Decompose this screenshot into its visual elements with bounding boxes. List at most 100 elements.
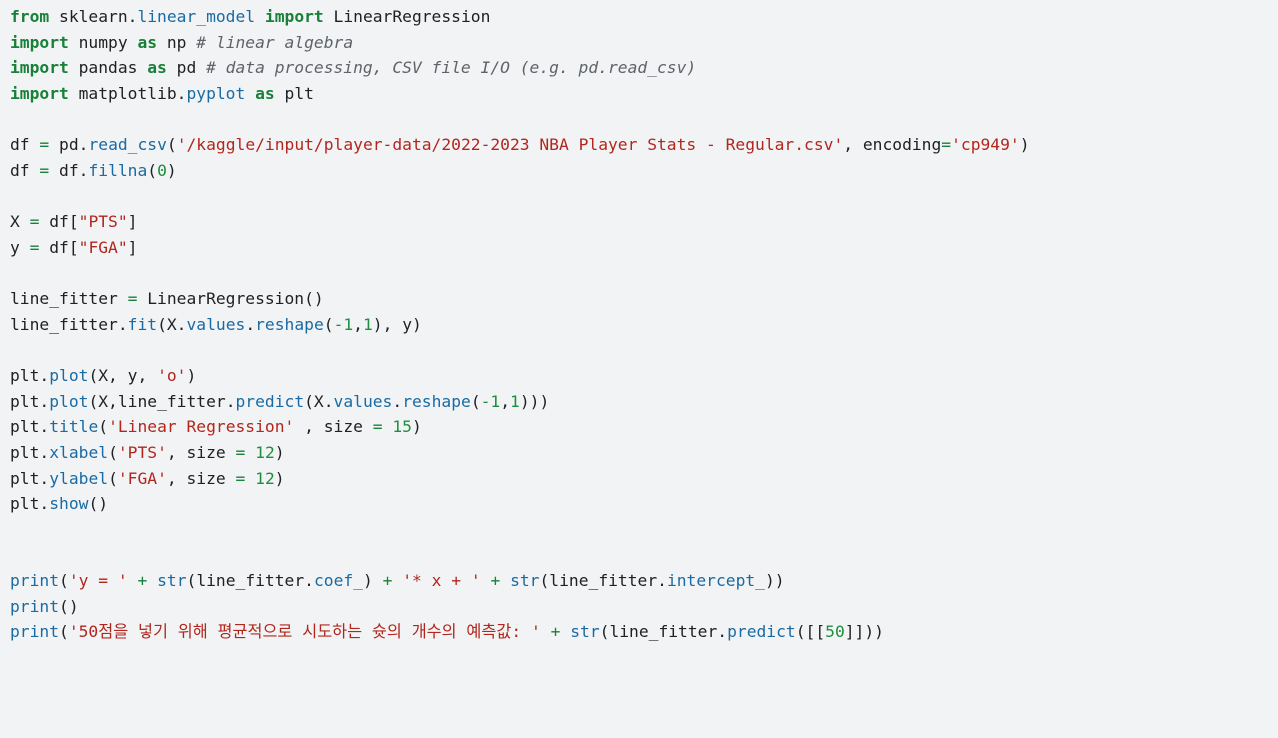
code-token: ( <box>108 468 118 488</box>
code-line: plt.title('Linear Regression' , size = 1… <box>10 414 1278 440</box>
code-token: LinearRegression <box>323 7 491 26</box>
code-token: 'o' <box>157 365 187 385</box>
code-token: + <box>382 571 393 591</box>
code-line: plt.xlabel('PTS', size = 12) <box>10 440 1278 466</box>
code-token: = <box>29 237 40 257</box>
code-line: ​ <box>10 107 1278 133</box>
code-token: (X, y, <box>88 365 158 385</box>
code-token: . <box>717 622 728 642</box>
code-token: "FGA" <box>78 237 128 257</box>
code-token: ( <box>323 314 334 334</box>
code-token: np <box>157 32 197 52</box>
code-token: ( <box>59 622 69 642</box>
code-token: pyplot <box>186 83 246 103</box>
code-token: as <box>147 58 167 78</box>
code-token: (X <box>157 314 177 334</box>
code-token: ( <box>108 442 118 462</box>
code-token: pd <box>49 135 79 155</box>
code-token: df <box>10 135 40 155</box>
code-token: reshape <box>402 391 471 411</box>
code-token: ( <box>470 391 481 411</box>
code-token: . <box>176 314 187 334</box>
code-cell[interactable]: from sklearn.linear_model import LinearR… <box>0 0 1278 738</box>
code-token: coef_ <box>313 571 363 591</box>
code-token: '* x + ' <box>402 571 481 591</box>
code-token: "PTS" <box>78 212 128 232</box>
code-token: (line_fitter <box>539 571 658 591</box>
code-line: ​ <box>10 517 1278 543</box>
code-token: 0 <box>157 160 167 180</box>
code-token: . <box>39 494 50 514</box>
code-token: import <box>10 58 69 78</box>
code-token: str <box>570 622 600 642</box>
code-token: . <box>323 391 334 411</box>
code-token: = <box>235 468 246 488</box>
code-token: xlabel <box>49 442 109 462</box>
code-token: . <box>117 314 128 334</box>
code-line: import pandas as pd # data processing, C… <box>10 55 1278 81</box>
code-token: ) <box>166 160 177 180</box>
code-editor[interactable]: from sklearn.linear_model import LinearR… <box>10 4 1278 645</box>
code-token: ), y) <box>372 314 422 334</box>
code-line: y = df["FGA"] <box>10 235 1278 261</box>
code-token: (X <box>304 391 324 411</box>
code-token: df <box>10 160 40 180</box>
code-line: from sklearn.linear_model import LinearR… <box>10 4 1278 30</box>
code-token: . <box>176 83 187 103</box>
code-line: line_fitter = LinearRegression() <box>10 286 1278 312</box>
code-line: print() <box>10 594 1278 620</box>
code-token: import <box>10 32 69 52</box>
code-token: values <box>186 314 246 334</box>
code-token: ) <box>274 442 285 462</box>
code-token: (line_fitter <box>186 571 305 591</box>
code-token: . <box>39 365 50 385</box>
code-token: plot <box>49 391 89 411</box>
code-token: = <box>39 160 50 180</box>
code-token: reshape <box>255 314 324 334</box>
code-token: . <box>245 314 256 334</box>
code-line: import numpy as np # linear algebra <box>10 30 1278 56</box>
code-token: = <box>941 135 952 155</box>
code-token: )) <box>764 571 785 591</box>
code-token: . <box>225 391 236 411</box>
code-token: as <box>255 83 275 103</box>
code-token: ]])) <box>844 622 884 642</box>
code-token: sklearn <box>49 7 128 26</box>
code-token: = <box>372 417 383 437</box>
code-token: -1 <box>480 391 501 411</box>
code-token: numpy <box>68 32 138 52</box>
code-token: ) <box>411 417 422 437</box>
code-line: print('50점을 넣기 위해 평균적으로 시도하는 슛의 개수의 예측값:… <box>10 619 1278 645</box>
code-token: # linear algebra <box>196 32 354 52</box>
code-token: ))) <box>519 391 550 411</box>
code-token: , size <box>166 468 236 488</box>
code-token: ( <box>166 135 177 155</box>
code-token: fillna <box>88 160 148 180</box>
code-token: , encoding <box>843 135 942 155</box>
code-token: import <box>10 83 69 103</box>
code-token: X <box>10 212 30 232</box>
code-token: as <box>137 32 158 52</box>
code-token: pd <box>166 58 207 78</box>
code-line: import matplotlib.pyplot as plt <box>10 81 1278 107</box>
code-token: df[ <box>39 212 79 232</box>
code-token: pandas <box>68 58 148 78</box>
code-token: . <box>657 571 667 591</box>
code-line: ​ <box>10 337 1278 363</box>
code-token: print <box>10 596 60 616</box>
code-line: ​ <box>10 542 1278 568</box>
code-token: fit <box>127 314 158 334</box>
code-token: 12 <box>255 442 275 462</box>
code-token: + <box>137 571 148 591</box>
code-token: plt <box>10 365 40 385</box>
code-token: intercept_ <box>666 571 765 591</box>
code-token: ) <box>186 365 197 385</box>
